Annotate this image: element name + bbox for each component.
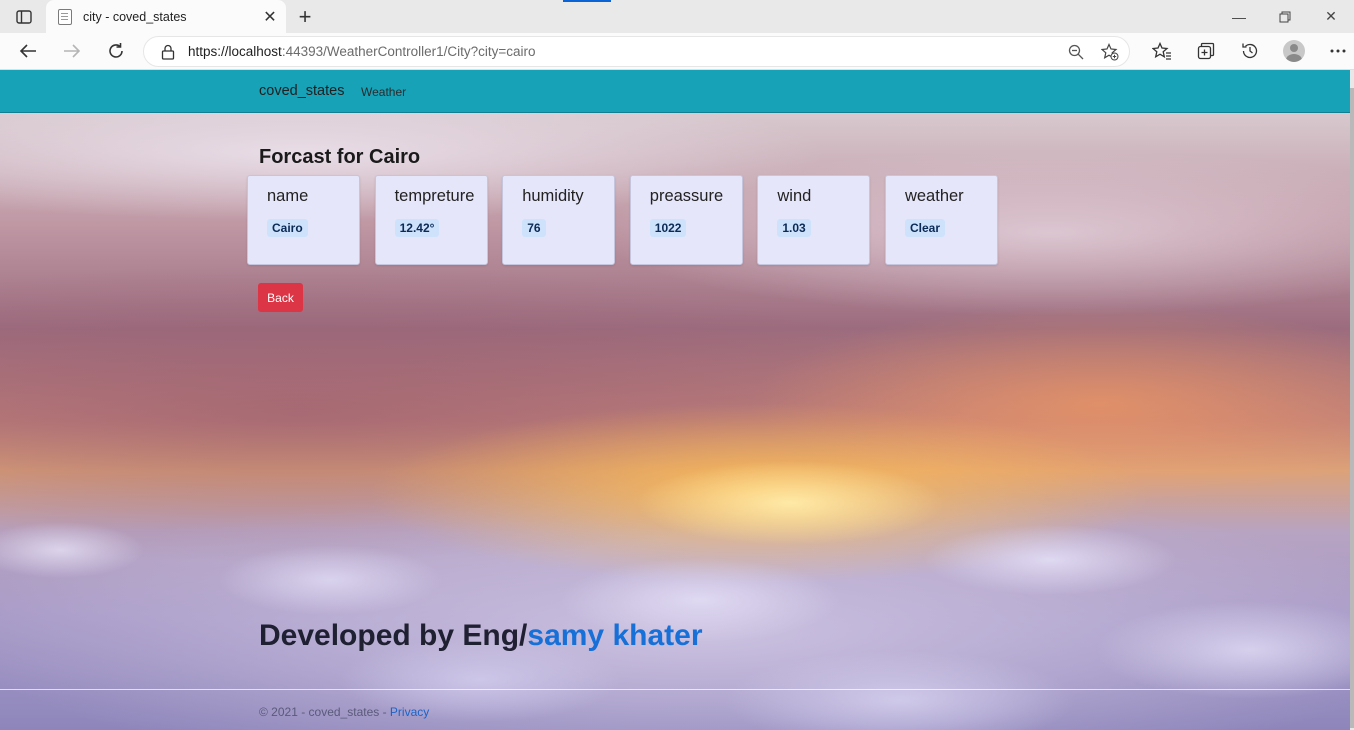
card-value-badge: 1022 — [649, 219, 687, 237]
page-title: Forcast for Cairo — [259, 146, 421, 168]
card-name: name Cairo — [247, 175, 360, 265]
window-controls: — ✕ — [1216, 0, 1354, 33]
tab-actions-icon[interactable] — [8, 6, 40, 28]
url-host: https://localhost — [188, 44, 282, 59]
toolbar-right-group — [1140, 37, 1354, 65]
profile-avatar[interactable] — [1272, 37, 1316, 65]
developer-credit: Developed by Eng/samy khater — [259, 619, 703, 653]
page-scrollbar[interactable] — [1350, 70, 1354, 730]
card-weather: weather Clear — [884, 175, 998, 265]
forward-arrow-icon[interactable] — [57, 37, 87, 65]
refresh-icon[interactable] — [101, 37, 131, 65]
card-value-badge: Cairo — [267, 219, 308, 237]
card-label: tempreture — [394, 187, 475, 205]
footer-copyright: © 2021 - coved_states - — [259, 705, 390, 719]
site-footer: © 2021 - coved_states - Privacy — [259, 705, 429, 719]
back-button[interactable]: Back — [258, 283, 303, 312]
browser-tab-active[interactable]: city - coved_states ✕ — [46, 0, 286, 33]
minimize-icon[interactable]: — — [1216, 0, 1262, 33]
tab-drag-indicator — [563, 0, 611, 2]
card-humidity: humidity 76 — [502, 175, 616, 265]
page-favicon-icon — [58, 8, 72, 25]
back-arrow-icon[interactable] — [13, 37, 43, 65]
close-window-icon[interactable]: ✕ — [1308, 0, 1354, 33]
close-tab-icon[interactable]: ✕ — [260, 7, 280, 27]
card-wind: wind 1.03 — [757, 175, 871, 265]
cloud-background-layer — [0, 490, 1350, 730]
card-value-badge: Clear — [904, 219, 945, 237]
favorites-icon[interactable] — [1140, 37, 1184, 65]
restore-icon[interactable] — [1262, 0, 1308, 33]
browser-toolbar: https://localhost:44393/WeatherControlle… — [0, 33, 1354, 70]
card-value-badge: 1.03 — [777, 219, 811, 237]
card-label: weather — [904, 187, 964, 205]
browser-tab-strip: city - coved_states ✕ + — ✕ — [0, 0, 1354, 33]
footer-divider — [0, 689, 1350, 690]
url-text[interactable]: https://localhost:44393/WeatherControlle… — [188, 44, 1061, 59]
card-value-badge: 12.42° — [394, 219, 440, 237]
card-label: name — [267, 187, 309, 205]
card-temperature: tempreture 12.42° — [374, 175, 488, 265]
card-label: humidity — [522, 187, 584, 205]
site-navbar: coved_states Weather — [0, 70, 1350, 113]
nav-link-weather[interactable]: Weather — [361, 85, 406, 99]
address-bar[interactable]: https://localhost:44393/WeatherControlle… — [143, 36, 1130, 67]
zoom-out-icon[interactable] — [1061, 38, 1091, 66]
profile-avatar-icon — [1283, 40, 1305, 62]
new-tab-icon[interactable]: + — [292, 4, 318, 30]
privacy-link[interactable]: Privacy — [390, 705, 429, 719]
url-path: :44393/WeatherController1/City?city=cair… — [281, 44, 536, 59]
developer-name-link[interactable]: samy khater — [527, 619, 702, 652]
forecast-cards: name Cairo tempreture 12.42° humidity 76… — [247, 175, 1013, 265]
navbar-brand[interactable]: coved_states — [259, 83, 344, 99]
tab-title: city - coved_states — [83, 9, 187, 24]
collections-icon[interactable] — [1184, 37, 1228, 65]
developer-credit-prefix: Developed by Eng/ — [259, 619, 528, 652]
lock-icon[interactable] — [160, 43, 176, 61]
history-icon[interactable] — [1228, 37, 1272, 65]
add-favorite-icon[interactable] — [1095, 38, 1125, 66]
settings-more-icon[interactable] — [1316, 37, 1354, 65]
page-viewport: coved_states Weather Forcast for Cairo n… — [0, 70, 1350, 730]
card-pressure: preassure 1022 — [629, 175, 743, 265]
card-label: wind — [777, 187, 812, 205]
card-label: preassure — [649, 187, 724, 205]
card-value-badge: 76 — [522, 219, 546, 237]
